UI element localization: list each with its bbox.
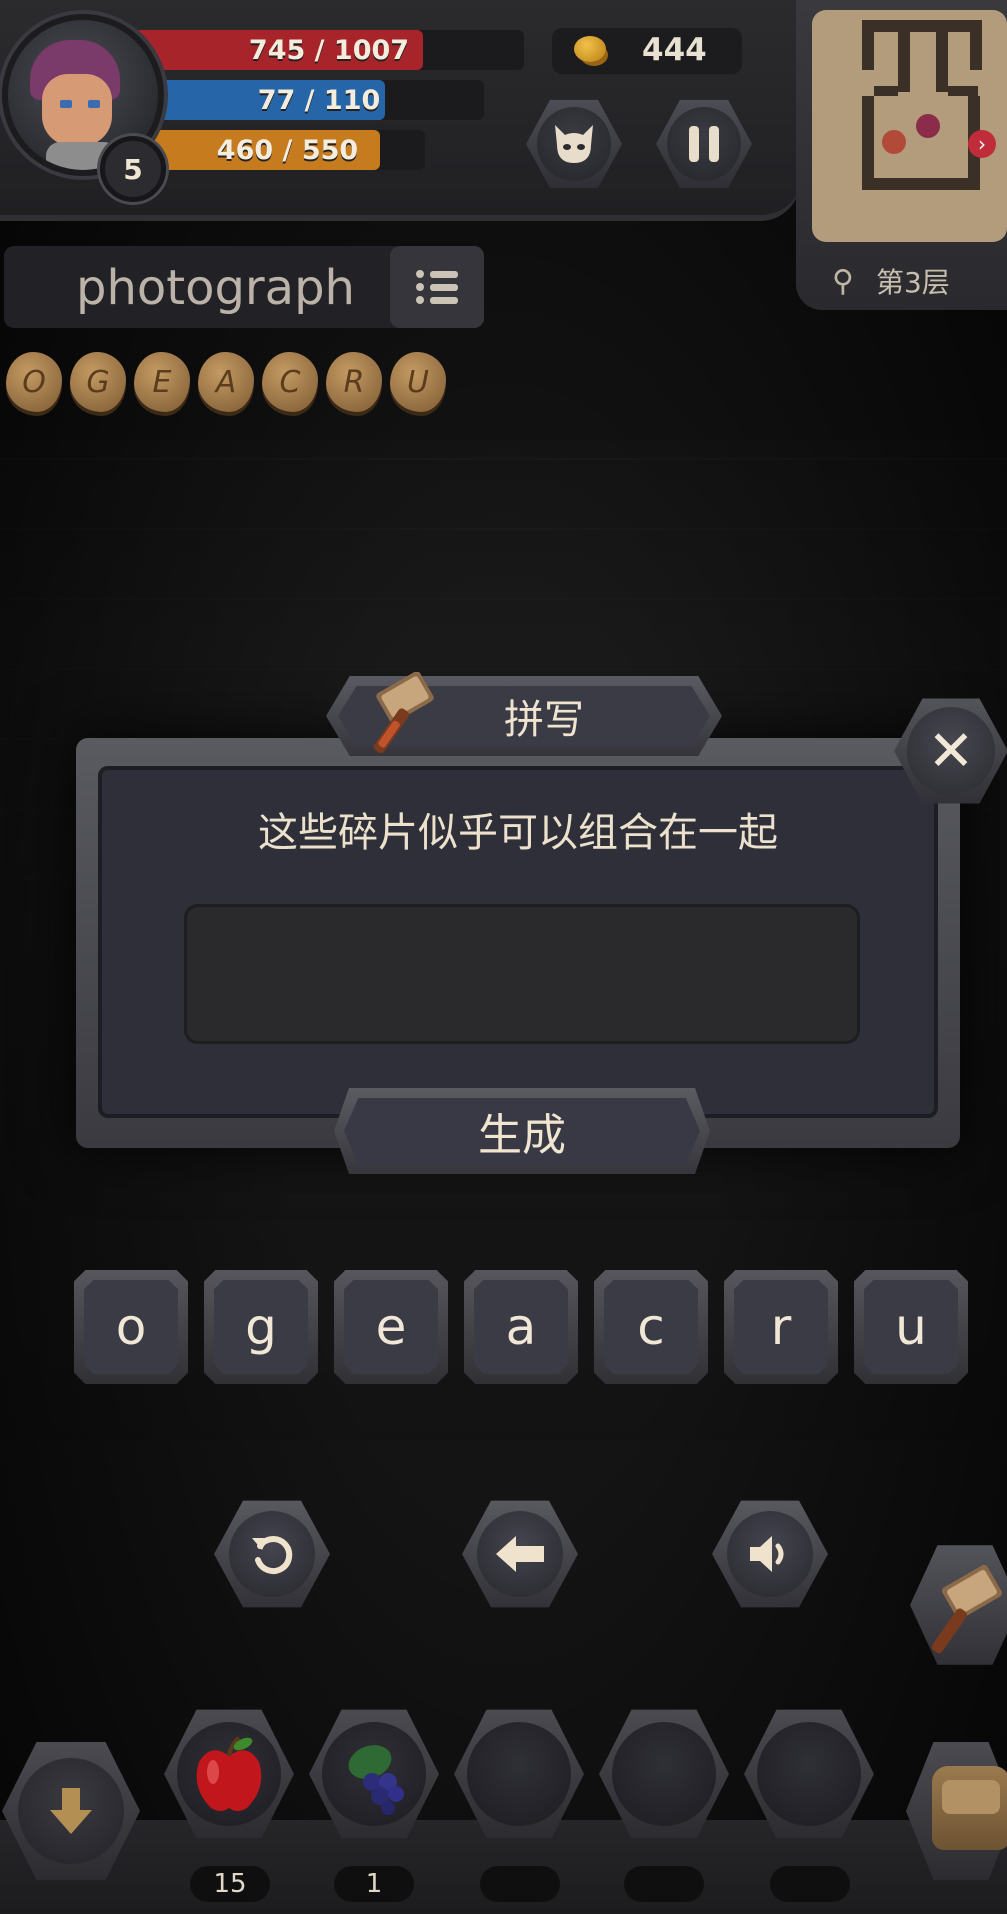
letter-tile-a[interactable]: a	[464, 1270, 578, 1384]
hammer-icon	[373, 672, 434, 754]
backspace-button[interactable]	[462, 1500, 578, 1608]
letter-fragment: C	[262, 352, 318, 412]
hp-text: 745 / 1007	[248, 34, 410, 66]
letter-tile-c[interactable]: c	[594, 1270, 708, 1384]
apple-icon	[196, 1736, 262, 1811]
exit-arrow-icon: ›	[968, 130, 996, 158]
floor-indicator[interactable]: ⚲ 第3层	[820, 258, 1000, 304]
gold-amount: 444	[642, 32, 707, 68]
letter-tile-label: u	[864, 1280, 958, 1374]
item-count	[624, 1866, 704, 1902]
gold-counter: 444	[552, 28, 742, 74]
sound-button[interactable]	[712, 1500, 828, 1608]
magnifier-icon: ⚲	[832, 263, 854, 299]
player-marker-icon	[882, 130, 906, 154]
monster-face-icon	[537, 107, 611, 181]
hammer-icon	[931, 1564, 1003, 1654]
letter-tile-o[interactable]: o	[74, 1270, 188, 1384]
letter-tile-label: r	[734, 1280, 828, 1374]
letter-fragment: G	[70, 352, 126, 412]
generate-label: 生成	[344, 1098, 700, 1164]
grapes-icon	[348, 1745, 404, 1815]
letter-tile-label: o	[84, 1280, 178, 1374]
target-word: photograph	[76, 260, 355, 316]
letter-tile-r[interactable]: r	[724, 1270, 838, 1384]
item-count	[770, 1866, 850, 1902]
xp-bar: 460 / 550	[150, 130, 425, 170]
mp-text: 77 / 110	[257, 84, 381, 116]
word-list-button[interactable]	[390, 246, 484, 328]
mp-bar: 77 / 110	[154, 80, 484, 120]
pause-icon	[667, 107, 741, 181]
enemy-marker-icon	[916, 114, 940, 138]
item-count: 15	[190, 1866, 270, 1902]
letter-fragment: U	[390, 352, 446, 412]
dialog-message: 这些碎片似乎可以组合在一起	[258, 810, 778, 856]
letter-tile-label: a	[474, 1280, 568, 1374]
close-icon: ✕	[907, 707, 995, 795]
xp-text: 460 / 550	[216, 134, 359, 166]
reset-button[interactable]	[214, 1500, 330, 1608]
list-icon	[416, 270, 458, 304]
coin-icon	[574, 36, 606, 62]
reset-icon	[229, 1511, 315, 1597]
letter-tile-label: g	[214, 1280, 308, 1374]
down-arrow-icon	[18, 1758, 124, 1864]
item-count: 1	[334, 1866, 414, 1902]
letter-tile-e[interactable]: e	[334, 1270, 448, 1384]
letter-fragment: O	[6, 352, 62, 412]
letter-tile-label: e	[344, 1280, 438, 1374]
letter-tile-label: c	[604, 1280, 698, 1374]
letter-fragment: E	[134, 352, 190, 412]
minimap[interactable]: ›	[812, 10, 1007, 242]
item-count	[480, 1866, 560, 1902]
level-badge: 5	[100, 136, 166, 202]
side-tool-button[interactable]	[910, 1545, 1007, 1665]
bag-icon	[932, 1766, 1007, 1850]
dialog-title: 拼写	[504, 697, 584, 743]
letter-tile-g[interactable]: g	[204, 1270, 318, 1384]
generate-button[interactable]: 生成	[334, 1088, 710, 1174]
answer-input[interactable]	[184, 904, 860, 1044]
backspace-arrow-icon	[477, 1511, 563, 1597]
letter-fragment: R	[326, 352, 382, 412]
hp-bar: 745 / 1007	[134, 30, 524, 70]
floor-label: 第3层	[875, 266, 950, 299]
letter-fragment: A	[198, 352, 254, 412]
letter-tile-u[interactable]: u	[854, 1270, 968, 1384]
speaker-icon	[727, 1511, 813, 1597]
